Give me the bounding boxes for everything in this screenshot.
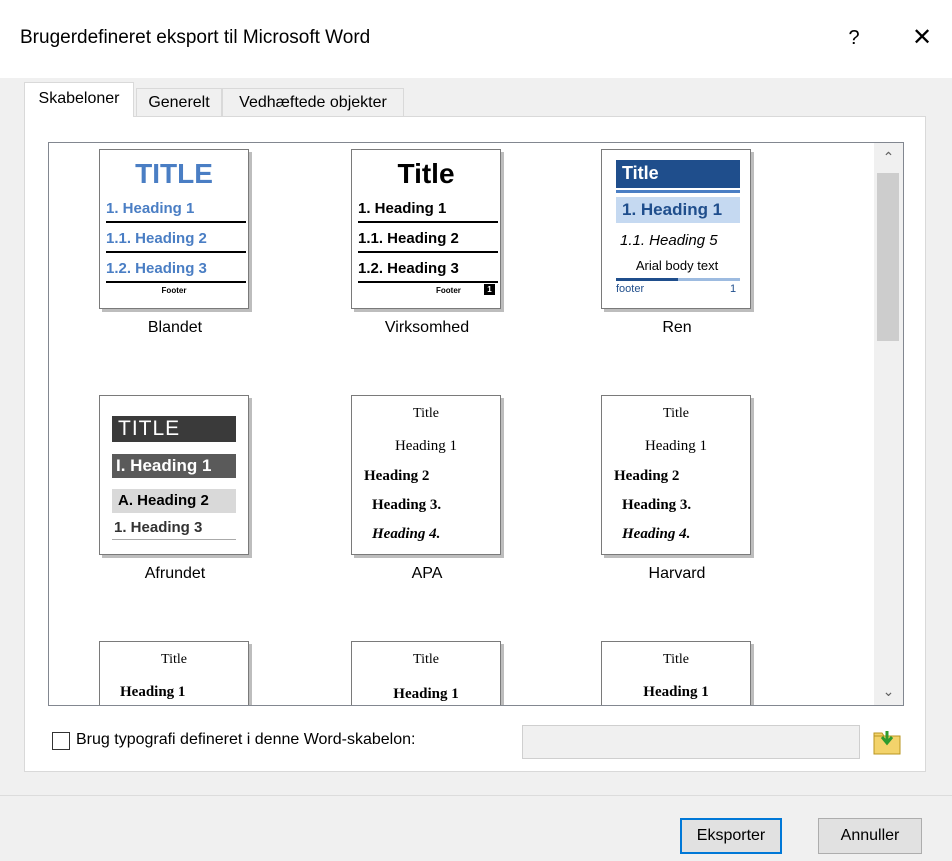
- thumb-heading-3: Heading 3.: [372, 497, 442, 513]
- thumb-heading-3: 1.2. Heading 3: [106, 260, 207, 277]
- thumb-footer: Footer: [161, 286, 187, 295]
- thumb-heading-2: 1.1. Heading 2: [358, 230, 459, 247]
- thumb-rule: [112, 539, 236, 540]
- template-name: APA: [411, 565, 443, 582]
- thumb-title: Title: [413, 406, 439, 421]
- template-thumbnail: Title 1. Heading 1 1.1. Heading 5 Arial …: [601, 149, 751, 309]
- template-name: Virksomhed: [384, 319, 470, 336]
- thumb-title-bar: TITLE: [112, 416, 236, 442]
- thumb-heading-2: 1.1. Heading 2: [106, 230, 207, 247]
- scrollbar-thumb[interactable]: [877, 173, 899, 341]
- thumb-heading-1: 1. Heading 1: [358, 200, 447, 217]
- template-name: Ren: [662, 319, 692, 336]
- thumb-heading-bar: A. Heading 2: [112, 489, 236, 513]
- scroll-down-icon[interactable]: ⌄: [874, 679, 903, 703]
- scroll-up-icon[interactable]: ⌃: [874, 145, 903, 169]
- thumb-title: Title: [161, 652, 187, 667]
- template-gallery[interactable]: TITLE 1. Heading 1 1.1. Heading 2 1.2. H…: [48, 142, 904, 706]
- thumb-heading-1: Heading 1: [394, 438, 458, 454]
- template-thumbnail: TITLE 1. Heading 1 1.1. Heading 2 1.2. H…: [99, 149, 249, 309]
- thumb-heading-4: Heading 4.: [622, 526, 691, 542]
- thumb-rule: [616, 190, 740, 193]
- thumb-heading-1: 1. Heading 1: [622, 200, 723, 219]
- template-thumbnail: Title Heading 1 Heading 2 Heading 3. Hea…: [351, 395, 501, 555]
- thumb-heading-5: 1.1. Heading 5: [620, 232, 718, 249]
- export-button[interactable]: Eksporter: [680, 818, 782, 854]
- thumb-heading-4: Heading 4.: [372, 526, 441, 542]
- cancel-button[interactable]: Annuller: [818, 818, 922, 854]
- template-thumbnail: Title 1. Heading 1 1.1. Heading 2 1.2. H…: [351, 149, 501, 309]
- thumb-heading-1: I. Heading 1: [116, 456, 212, 475]
- thumb-title: Title: [397, 158, 455, 189]
- thumb-heading-3: 1.2. Heading 3: [358, 260, 459, 277]
- use-template-style-checkbox[interactable]: [52, 732, 70, 750]
- thumb-rule: [358, 251, 498, 253]
- thumb-rule: [358, 281, 498, 283]
- thumb-rule: [106, 251, 246, 253]
- template-name: Afrundet: [144, 565, 206, 582]
- tab-skabeloner[interactable]: Skabeloner: [24, 82, 134, 117]
- folder-open-icon: [873, 731, 901, 755]
- help-button[interactable]: ?: [836, 20, 872, 56]
- template-name: Blandet: [147, 319, 203, 336]
- template-thumbnail: Title Heading 1: [351, 641, 501, 705]
- tab-generelt[interactable]: Generelt: [136, 88, 222, 116]
- thumb-title-bar: Title: [616, 160, 740, 188]
- thumb-heading-2: A. Heading 2: [118, 492, 209, 509]
- thumb-title: Title: [663, 652, 689, 667]
- template-thumbnail: TITLE I. Heading 1 A. Heading 2 1. Headi…: [99, 395, 249, 555]
- dialog-title: Brugerdefineret eksport til Microsoft Wo…: [20, 27, 371, 48]
- thumb-heading-1: Heading 1: [393, 686, 459, 702]
- thumb-heading-bar: 1. Heading 1: [616, 197, 740, 223]
- template-thumbnail: Title Heading 1: [99, 641, 249, 705]
- thumb-heading-bar: I. Heading 1: [112, 454, 236, 478]
- thumb-title: Title: [413, 652, 439, 667]
- thumb-title: TITLE: [135, 158, 213, 189]
- thumb-heading-3: 1. Heading 3: [114, 519, 203, 536]
- thumb-title: Title: [663, 406, 689, 421]
- use-template-style-label[interactable]: Brug typografi defineret i denne Word-sk…: [76, 731, 415, 749]
- dialog-titlebar: Brugerdefineret eksport til Microsoft Wo…: [0, 0, 952, 78]
- thumb-footer: footer: [616, 283, 645, 295]
- thumb-body-text: Arial body text: [635, 258, 719, 273]
- thumb-heading-2: Heading 2: [364, 468, 430, 484]
- thumb-heading-3: Heading 3.: [622, 497, 692, 513]
- thumb-footer: Footer: [436, 286, 461, 295]
- browse-template-button[interactable]: [872, 727, 902, 757]
- gallery-scrollbar[interactable]: ⌃ ⌄: [874, 143, 903, 705]
- thumb-rule: [106, 281, 246, 283]
- template-name: Harvard: [648, 565, 706, 582]
- thumb-page-number: 1: [730, 283, 737, 295]
- thumb-heading-1: 1. Heading 1: [106, 200, 195, 217]
- thumb-rule: [358, 221, 498, 223]
- thumb-title: Title: [622, 163, 659, 183]
- thumb-page-number: 1: [484, 284, 495, 295]
- thumb-heading-1: Heading 1: [643, 684, 709, 700]
- template-thumbnail: Title Heading 1 Heading 2 Heading 3. Hea…: [601, 395, 751, 555]
- tab-vedhaeftede-objekter[interactable]: Vedhæftede objekter: [222, 88, 404, 116]
- template-path-field[interactable]: [522, 725, 860, 759]
- template-thumbnail: Title Heading 1: [601, 641, 751, 705]
- footer-divider: [0, 795, 952, 796]
- thumb-rule: [106, 221, 246, 223]
- close-button[interactable]: ✕: [904, 20, 940, 56]
- thumb-heading-1: Heading 1: [120, 684, 186, 700]
- thumb-rule: [616, 278, 678, 281]
- thumb-title: TITLE: [118, 417, 181, 440]
- thumb-heading-1: Heading 1: [644, 438, 708, 454]
- thumb-heading-2: Heading 2: [614, 468, 680, 484]
